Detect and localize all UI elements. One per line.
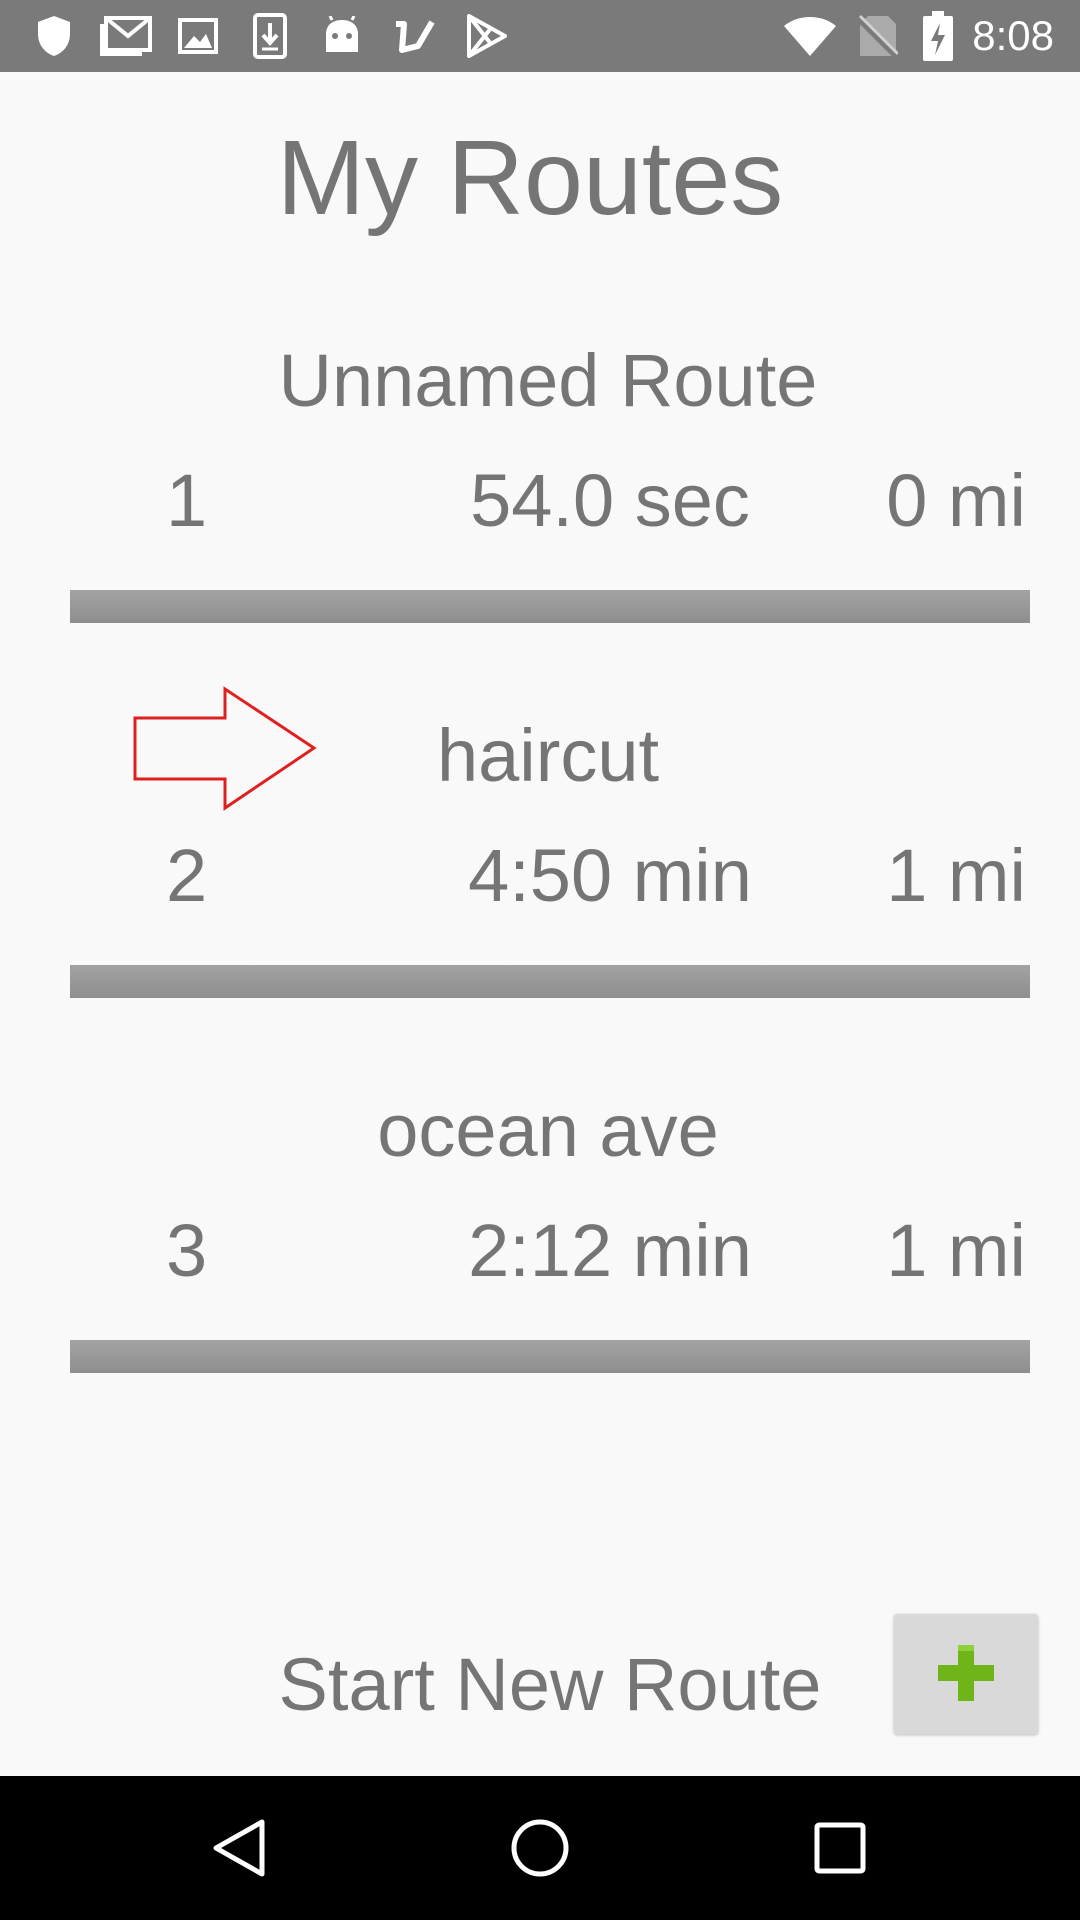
gmail-icon	[98, 12, 154, 60]
page-title: My Routes	[276, 119, 784, 237]
route-duration: 4:50 min	[468, 834, 752, 917]
back-icon[interactable]	[190, 1798, 290, 1898]
route-item[interactable]: ocean ave 3 2:12 min 1 mi	[0, 1086, 1080, 1386]
route-distance: 1 mi	[886, 834, 1026, 917]
route-name: Unnamed Route	[278, 339, 818, 422]
plus-icon	[936, 1643, 996, 1706]
route-divider	[70, 590, 1030, 623]
navigation-bar	[0, 1776, 1080, 1920]
add-route-button[interactable]	[894, 1614, 1038, 1734]
route-number: 3	[166, 1209, 208, 1292]
checkmark-app-icon	[390, 12, 438, 60]
battery-charging-icon	[918, 11, 958, 61]
route-duration: 54.0 sec	[470, 459, 750, 542]
route-duration: 2:12 min	[468, 1209, 752, 1292]
route-item[interactable]: Unnamed Route 1 54.0 sec 0 mi	[0, 336, 1080, 636]
start-new-route-label: Start New Route	[278, 1643, 822, 1726]
play-store-icon	[462, 12, 510, 60]
wifi-icon	[780, 12, 840, 60]
red-arrow-icon	[132, 686, 318, 817]
android-icon	[318, 12, 366, 60]
route-divider	[70, 1340, 1030, 1373]
recents-icon[interactable]	[790, 1798, 890, 1898]
route-name: ocean ave	[377, 1089, 719, 1172]
route-number: 1	[166, 459, 208, 542]
status-bar: 8:08	[0, 0, 1080, 72]
no-sim-icon	[856, 12, 900, 60]
route-number: 2	[166, 834, 208, 917]
image-icon	[174, 12, 222, 60]
shield-icon	[30, 12, 78, 60]
home-icon[interactable]	[490, 1798, 590, 1898]
route-divider	[70, 965, 1030, 998]
download-icon	[248, 12, 292, 60]
route-distance: 1 mi	[886, 1209, 1026, 1292]
status-time: 8:08	[972, 12, 1054, 59]
route-distance: 0 mi	[886, 459, 1026, 542]
